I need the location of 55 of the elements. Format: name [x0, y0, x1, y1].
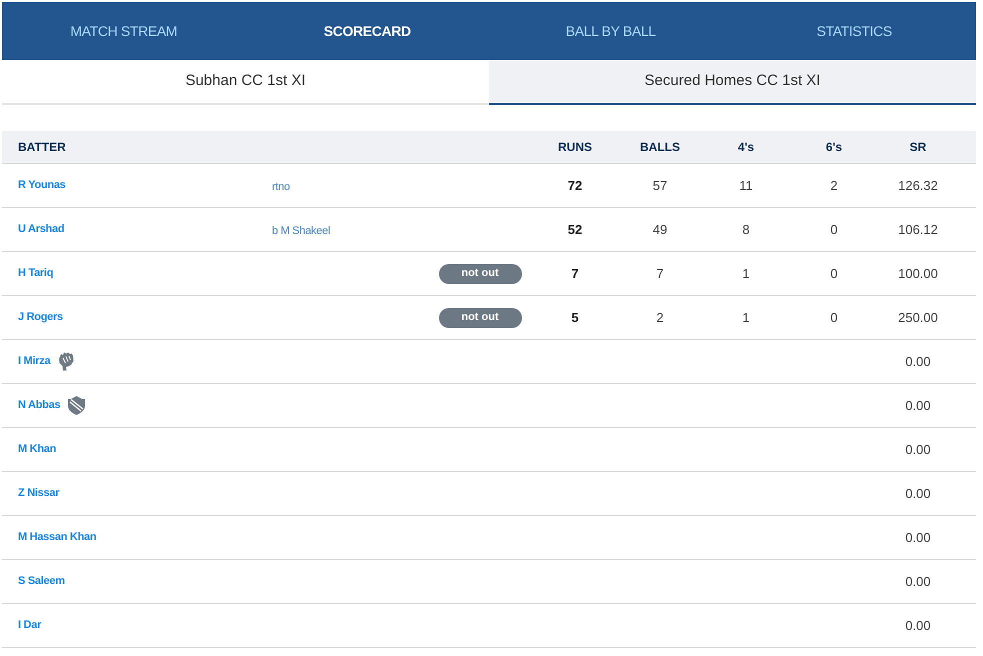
fours-value: 1 [742, 308, 750, 327]
batter-link[interactable]: H Tariq [18, 265, 54, 282]
strike-rate-value: 0.00 [905, 572, 931, 591]
column-header: SR [910, 139, 926, 156]
sixes-value: 0 [830, 264, 838, 283]
column-header: BALLS [640, 139, 680, 156]
strike-rate-value: 0.00 [905, 396, 931, 415]
runs-value: 52 [568, 220, 582, 239]
strike-rate-value: 126.32 [898, 176, 938, 195]
column-header: 6's [826, 139, 842, 156]
balls-value: 2 [656, 308, 664, 327]
shield-icon [68, 396, 86, 415]
nav-tab[interactable]: MATCH STREAM [70, 20, 178, 42]
column-header: RUNS [558, 139, 592, 156]
runs-value: 72 [568, 176, 582, 195]
batter-link[interactable]: J Rogers [18, 309, 63, 326]
fours-value: 1 [742, 264, 750, 283]
sixes-value: 0 [830, 308, 838, 327]
balls-value: 49 [652, 220, 668, 239]
status-badge: not out [438, 308, 522, 328]
strike-rate-value: 0.00 [905, 484, 931, 503]
batter-link[interactable]: Z Nissar [18, 485, 60, 502]
balls-value: 57 [652, 176, 668, 195]
dismissal-text: rtno [272, 180, 290, 192]
strike-rate-value: 0.00 [905, 440, 931, 459]
runs-value: 7 [571, 264, 579, 283]
column-header: 4's [738, 139, 754, 156]
strike-rate-value: 0.00 [905, 616, 931, 635]
team-tab[interactable]: Secured Homes CC 1st XI [489, 60, 976, 105]
strike-rate-value: 0.00 [905, 528, 931, 547]
batter-link[interactable]: N Abbas [18, 397, 60, 414]
batter-link[interactable]: R Younas [18, 177, 66, 194]
batter-link[interactable]: M Khan [18, 441, 56, 458]
strike-rate-value: 0.00 [905, 352, 931, 371]
fours-value: 11 [739, 176, 753, 195]
nav-tab[interactable]: BALL BY BALL [566, 20, 656, 42]
batter-link[interactable]: U Arshad [18, 221, 64, 238]
strike-rate-value: 106.12 [898, 220, 938, 239]
batter-link[interactable]: M Hassan Khan [18, 529, 96, 546]
batter-link[interactable]: I Mirza [18, 353, 50, 370]
dismissal-text: b M Shakeel [272, 224, 330, 236]
balls-value: 7 [656, 264, 664, 283]
column-header: BATTER [18, 140, 66, 154]
strike-rate-value: 250.00 [898, 308, 938, 327]
status-badge: not out [438, 264, 522, 284]
nav-tab[interactable]: STATISTICS [816, 20, 892, 42]
nav-tab[interactable]: SCORECARD [324, 20, 411, 42]
fours-value: 8 [742, 220, 750, 239]
runs-value: 5 [571, 308, 579, 327]
strike-rate-value: 100.00 [898, 264, 938, 283]
glove-icon [58, 352, 74, 371]
batter-link[interactable]: S Saleem [18, 573, 65, 590]
sixes-value: 0 [830, 220, 838, 239]
batter-link[interactable]: I Dar [18, 617, 42, 634]
sixes-value: 2 [830, 176, 838, 195]
